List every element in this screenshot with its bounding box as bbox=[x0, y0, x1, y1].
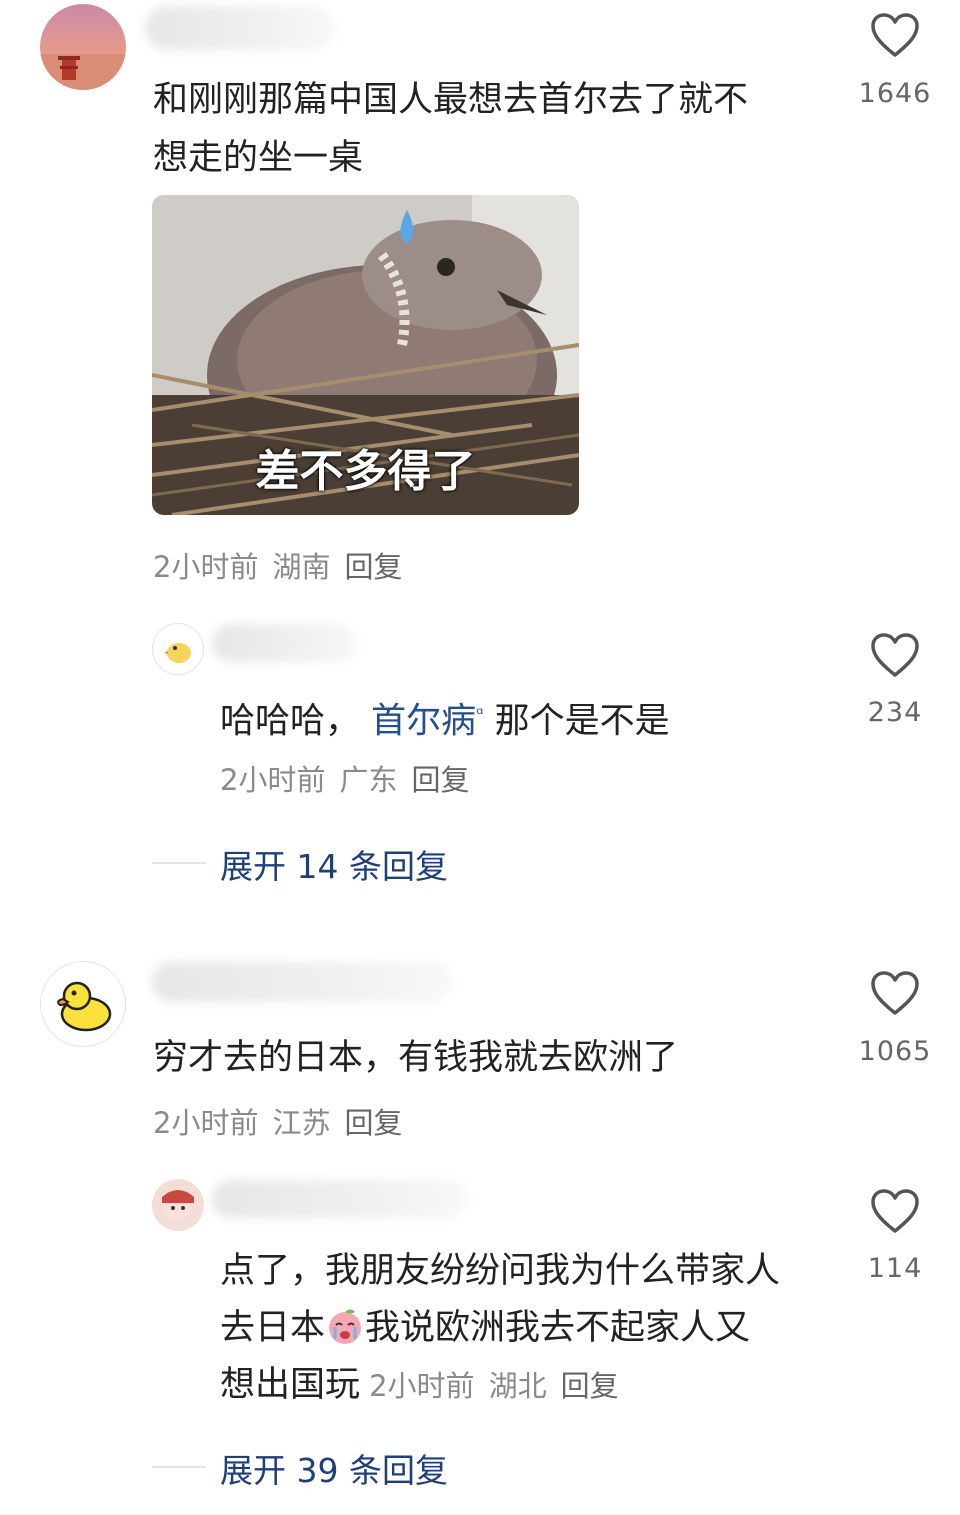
comment-text-line: 和刚刚那篇中国人最想去首尔去了就不 bbox=[153, 80, 749, 120]
like-count: 114 bbox=[867, 1253, 923, 1284]
reply-text-suffix: 那个是不是 bbox=[494, 701, 670, 742]
heart-outline-icon bbox=[871, 1189, 919, 1233]
hashtag-link[interactable]: 首尔病 bbox=[371, 702, 476, 742]
reply-button[interactable]: 回复 bbox=[561, 1369, 619, 1403]
expand-replies-button[interactable]: 展开 39 条回复 bbox=[220, 1444, 448, 1492]
meme-caption: 差不多得了 bbox=[255, 446, 476, 497]
reply-button[interactable]: 回复 bbox=[411, 763, 469, 797]
comment-text-line: 想走的坐一桌 bbox=[153, 138, 364, 178]
duck-avatar-image bbox=[57, 981, 112, 1032]
reply-text-line: 点了，我朋友纷纷问我为什么带家人 bbox=[220, 1251, 781, 1291]
reply-time: 2小时前 bbox=[369, 1369, 475, 1403]
search-hint-icon[interactable]: ᵅ bbox=[476, 704, 483, 725]
avatar[interactable] bbox=[40, 4, 126, 90]
reply-meta: 2小时前 湖北 回复 bbox=[369, 1369, 632, 1403]
comment-text-line: 穷才去的日本，有钱我就去欧洲了 bbox=[153, 1038, 679, 1078]
reply-button[interactable]: 回复 bbox=[344, 1106, 402, 1140]
comment-location: 湖南 bbox=[272, 550, 331, 584]
reply-location: 湖北 bbox=[488, 1369, 547, 1403]
like-count: 234 bbox=[867, 697, 923, 728]
comment-meta: 2小时前 湖南 回复 bbox=[153, 544, 416, 586]
reply-text-segment: 去日本 bbox=[220, 1308, 326, 1348]
heart-outline-icon bbox=[871, 13, 919, 57]
reply-meta: 2小时前 广东 回复 bbox=[220, 757, 483, 799]
like-count: 1646 bbox=[858, 78, 932, 109]
like-button[interactable] bbox=[835, 970, 955, 1020]
heart-outline-icon bbox=[871, 633, 919, 677]
like-button[interactable] bbox=[835, 632, 955, 682]
comment-image-meme[interactable]: 差不多得了 bbox=[152, 195, 579, 515]
divider bbox=[152, 862, 206, 864]
reply-button[interactable]: 回复 bbox=[344, 550, 402, 584]
username-blurred[interactable] bbox=[152, 962, 452, 1002]
avatar[interactable] bbox=[152, 1179, 204, 1231]
anime-avatar-image bbox=[162, 1190, 194, 1221]
avatar[interactable] bbox=[152, 623, 204, 675]
username-blurred[interactable] bbox=[212, 1180, 467, 1218]
reply-time: 2小时前 bbox=[220, 763, 326, 797]
divider bbox=[152, 1466, 206, 1468]
reply-location: 广东 bbox=[339, 763, 398, 797]
heart-outline-icon bbox=[871, 971, 919, 1015]
avatar[interactable] bbox=[40, 961, 126, 1047]
comment-meta: 2小时前 江苏 回复 bbox=[153, 1100, 416, 1142]
reply-text-segment: 我说欧洲我去不起家人又 bbox=[365, 1308, 751, 1348]
chick-avatar-image bbox=[164, 643, 191, 663]
reply-last-line: 想出国玩 2小时前 湖北 回复 bbox=[220, 1356, 633, 1414]
reply-text-line: 去日本 我说欧洲我去不起家人又 bbox=[220, 1299, 750, 1357]
crying-peach-emoji-icon bbox=[329, 1309, 362, 1344]
username-blurred[interactable] bbox=[212, 624, 357, 662]
reply-text-segment: 想出国玩 bbox=[220, 1365, 361, 1405]
username-blurred[interactable] bbox=[145, 6, 335, 50]
like-button[interactable] bbox=[835, 12, 955, 62]
comment-time: 2小时前 bbox=[153, 550, 259, 584]
expand-replies-button[interactable]: 展开 14 条回复 bbox=[220, 840, 448, 888]
reply-text: 哈哈哈， 首尔病ᵅ 那个是不是 bbox=[220, 686, 670, 751]
pagoda-avatar-image bbox=[40, 54, 126, 90]
like-button[interactable] bbox=[835, 1188, 955, 1238]
reply-text-prefix: 哈哈哈， bbox=[220, 701, 361, 742]
comment-location: 江苏 bbox=[272, 1106, 331, 1140]
comment-time: 2小时前 bbox=[153, 1106, 259, 1140]
like-count: 1065 bbox=[858, 1036, 932, 1067]
